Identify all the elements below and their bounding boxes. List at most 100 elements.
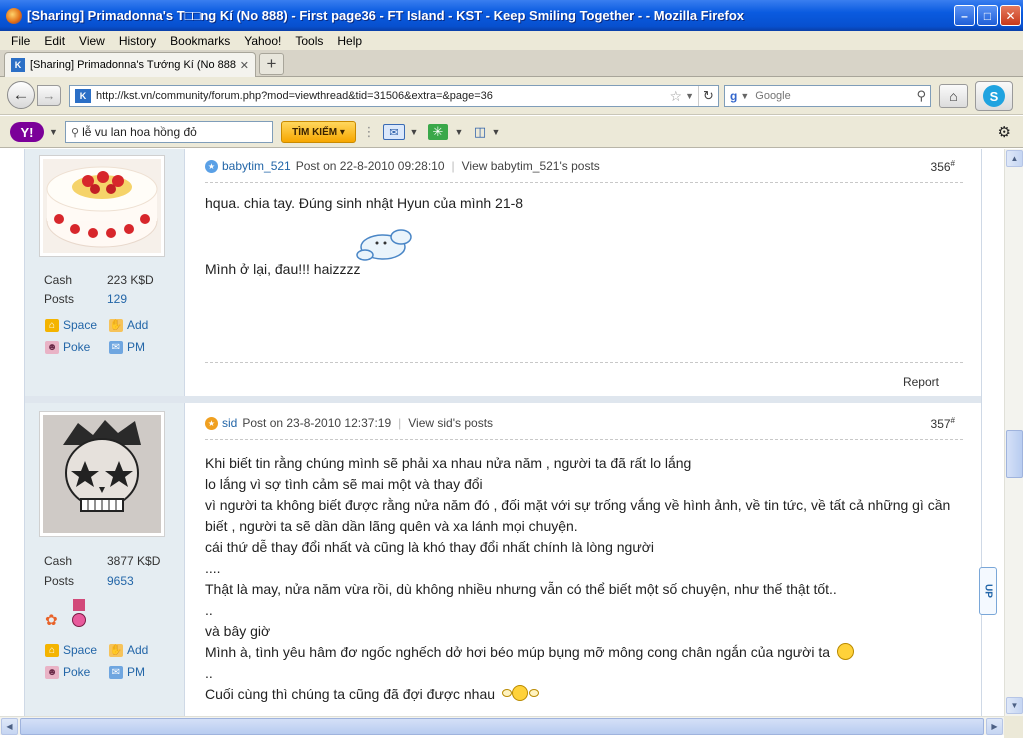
vertical-scroll-thumb[interactable]: [1006, 430, 1023, 478]
menu-edit[interactable]: Edit: [44, 34, 65, 48]
mail-pm-icon: ✉: [109, 340, 123, 354]
pm-label: PM: [127, 340, 145, 354]
page-content: Cash 223 K$D Posts 129 ⌂ Space ✋ Add ☻ P…: [0, 149, 1004, 716]
scroll-left-arrow-icon[interactable]: ◀: [1, 718, 18, 735]
vertical-scrollbar[interactable]: ▲ ▼: [1004, 149, 1023, 716]
cash-label: Cash: [44, 273, 73, 287]
notes-icon[interactable]: ◫: [472, 124, 488, 140]
google-engine-icon[interactable]: g: [730, 89, 737, 103]
post-author-link[interactable]: babytim_521: [222, 159, 291, 173]
tab-close-icon[interactable]: ✕: [240, 59, 249, 72]
url-dropdown-icon[interactable]: ▼: [685, 91, 694, 101]
window-title-bar[interactable]: [Sharing] Primadonna's T□□ng Kí (No 888)…: [0, 0, 1023, 31]
posts-label: Posts: [44, 574, 75, 588]
emoticon-right-hand: [528, 689, 539, 697]
scroll-right-arrow-icon[interactable]: ▶: [986, 718, 1003, 735]
ribbon-medal-icon[interactable]: [69, 599, 89, 631]
yahoo-logo-icon[interactable]: Y!: [10, 122, 44, 142]
view-author-posts-link[interactable]: View sid's posts: [408, 416, 493, 430]
space-link[interactable]: ⌂ Space: [45, 643, 97, 657]
maximize-button[interactable]: □: [977, 5, 998, 26]
view-author-posts-link[interactable]: View babytim_521's posts: [462, 159, 600, 173]
yahoo-search-box[interactable]: ⚲: [65, 121, 273, 143]
tab-active[interactable]: K [Sharing] Primadonna's Tướng Kí (No 88…: [4, 52, 256, 77]
new-tab-button[interactable]: +: [259, 53, 284, 75]
mail-dropdown-icon[interactable]: ▼: [410, 124, 419, 140]
scroll-up-arrow-icon[interactable]: ▲: [1006, 150, 1023, 167]
post-message-text: Cuối cùng thì chúng ta cũng đã đợi được …: [205, 686, 496, 702]
search-engine-dropdown-icon[interactable]: ▼: [740, 91, 749, 101]
minimize-button[interactable]: –: [954, 5, 975, 26]
pm-label: PM: [127, 665, 145, 679]
forward-arrow-icon[interactable]: →: [37, 85, 61, 106]
menu-bookmarks[interactable]: Bookmarks: [170, 34, 230, 48]
header-divider: [205, 439, 963, 440]
games-dropdown-icon[interactable]: ▼: [455, 124, 464, 140]
pm-link[interactable]: ✉ PM: [109, 340, 145, 354]
scroll-to-top-button[interactable]: UP: [979, 567, 997, 615]
games-icon[interactable]: ✳: [428, 124, 448, 140]
post-message-line: lo lắng vì sợ tình cảm sẽ mai một và tha…: [205, 476, 483, 492]
online-status-icon: ★: [205, 159, 218, 173]
search-magnifier-icon[interactable]: ⚲: [916, 88, 926, 104]
firefox-logo-icon: [6, 7, 22, 24]
back-arrow-icon[interactable]: ←: [7, 81, 35, 109]
poke-label: Poke: [63, 665, 91, 679]
flower-medal-icon[interactable]: ✿: [45, 611, 63, 629]
add-friend-link[interactable]: ✋ Add: [109, 643, 148, 657]
bookmark-star-icon[interactable]: ☆: [670, 88, 683, 105]
menu-help[interactable]: Help: [337, 34, 362, 48]
gear-icon[interactable]: ⚙: [998, 123, 1011, 141]
home-icon[interactable]: ⌂: [939, 84, 968, 108]
cash-label: Cash: [44, 554, 73, 568]
skype-icon[interactable]: S: [975, 81, 1013, 111]
yahoo-search-button[interactable]: TÌM KIẾM ▾: [281, 121, 356, 143]
avatar[interactable]: [39, 411, 165, 537]
close-window-button[interactable]: ✕: [1000, 5, 1021, 26]
notes-dropdown-icon[interactable]: ▼: [492, 124, 501, 140]
menu-yahoo[interactable]: Yahoo!: [244, 34, 281, 48]
report-link[interactable]: Report: [903, 375, 939, 389]
yahoo-dropdown-icon[interactable]: ▼: [49, 127, 58, 137]
poke-link[interactable]: ☻ Poke: [45, 665, 90, 679]
offline-status-icon: ★: [205, 416, 218, 430]
url-text[interactable]: http://kst.vn/community/forum.php?mod=vi…: [96, 90, 670, 102]
home-space-icon: ⌂: [45, 643, 59, 657]
pm-link[interactable]: ✉ PM: [109, 665, 145, 679]
menu-file[interactable]: File: [11, 34, 30, 48]
search-bar[interactable]: g ▼ ⚲: [724, 85, 931, 107]
post-author-sidebar: Cash 3877 K$D Posts 9653 ✿ ⌂ Space ✋ Add…: [25, 403, 185, 716]
reload-icon[interactable]: ↻: [698, 86, 718, 106]
yahoo-search-input[interactable]: [82, 125, 272, 139]
post-message-line: cái thứ dễ thay đổi nhất và cũng là khó …: [205, 539, 654, 555]
horizontal-scrollbar[interactable]: ◀ ▶: [0, 716, 1004, 735]
post-message-text: Mình ở lại, đau!!! haizzzz: [205, 261, 361, 277]
hash-mark: #: [950, 415, 955, 425]
add-friend-link[interactable]: ✋ Add: [109, 318, 148, 332]
post-body-column: ★ sid Post on 23-8-2010 12:37:19 | View …: [205, 403, 963, 716]
post-number-link[interactable]: 357#: [931, 416, 955, 431]
tab-strip: K [Sharing] Primadonna's Tướng Kí (No 88…: [0, 50, 1023, 77]
post-message-line: Cuối cùng thì chúng ta cũng đã đợi được …: [205, 684, 963, 705]
poke-link[interactable]: ☻ Poke: [45, 340, 90, 354]
yahoo-toolbar: Y! ▼ ⚲ TÌM KIẾM ▾ ⋮ ✉ ▼ ✳ ▼ ◫ ▼ ⚙: [0, 116, 1023, 148]
search-input[interactable]: [755, 90, 917, 102]
space-link[interactable]: ⌂ Space: [45, 318, 97, 332]
scroll-down-arrow-icon[interactable]: ▼: [1006, 697, 1023, 714]
url-bar[interactable]: K http://kst.vn/community/forum.php?mod=…: [69, 85, 719, 107]
smiley-emoticon: [836, 643, 854, 660]
post-author-link[interactable]: sid: [222, 416, 237, 430]
post-number-link[interactable]: 356#: [931, 159, 955, 174]
post-message-line: Khi biết tin rằng chúng mình sẽ phải xa …: [205, 455, 692, 471]
mail-icon[interactable]: ✉: [383, 124, 405, 140]
menu-view[interactable]: View: [79, 34, 105, 48]
posts-count-link[interactable]: 9653: [107, 574, 134, 588]
site-identity-icon[interactable]: K: [75, 89, 91, 103]
skype-logo: S: [983, 85, 1005, 107]
horizontal-scroll-thumb[interactable]: [20, 718, 984, 735]
menu-tools[interactable]: Tools: [295, 34, 323, 48]
avatar[interactable]: [39, 155, 165, 257]
posts-count-link[interactable]: 129: [107, 292, 127, 306]
menu-history[interactable]: History: [119, 34, 156, 48]
post-message-line: hqua. chia tay. Đúng sinh nhật Hyun của …: [205, 195, 524, 211]
